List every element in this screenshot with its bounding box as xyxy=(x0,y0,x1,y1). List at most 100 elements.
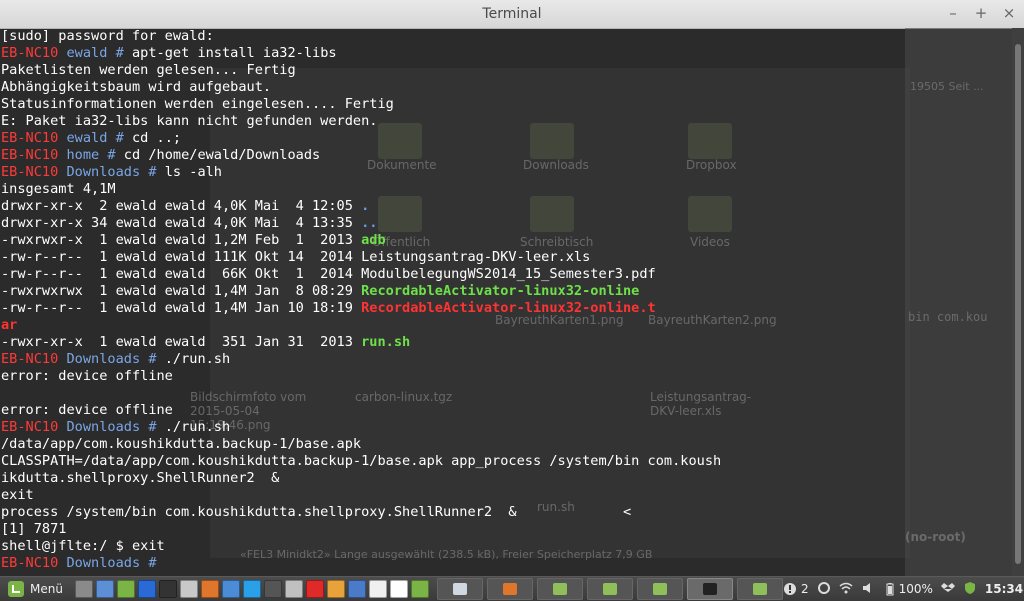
terminal-line: EB-NC10 Downloads # ls -alh xyxy=(1,164,1001,181)
document-icon[interactable] xyxy=(368,580,387,598)
terminal-line: EB-NC10 ewald # cd ..; xyxy=(1,130,1001,147)
prompt-host: EB-NC10 xyxy=(1,164,59,180)
system-tray: 2 100% 15:34 xyxy=(783,581,1024,598)
terminal-line: shell@jflte:/ $ exit xyxy=(1,538,1001,555)
terminal-line: drwxr-xr-x 2 ewald ewald 4,0K Mai 4 12:0… xyxy=(1,198,1001,215)
taskbar-window-button[interactable] xyxy=(686,578,733,600)
terminal-text: ls -alh xyxy=(164,164,222,180)
window-icon xyxy=(452,583,467,595)
prompt-host: EB-NC10 xyxy=(1,147,59,163)
menu-button[interactable]: Menü xyxy=(0,578,71,600)
menu-label: Menü xyxy=(30,582,63,596)
sound-icon[interactable] xyxy=(263,580,282,598)
terminal-line: [sudo] password for ewald: xyxy=(1,28,1001,45)
prompt-dir: Downloads # xyxy=(58,351,165,367)
terminal-text: error: device offline xyxy=(1,402,173,418)
terminal-text: adb xyxy=(361,232,386,248)
taskbar-window-button[interactable] xyxy=(436,578,483,600)
shield-icon[interactable] xyxy=(963,581,977,598)
desktop-icon[interactable] xyxy=(74,580,93,598)
terminal-text: RecordableActivator-linux32-online xyxy=(361,283,640,299)
folder-icon xyxy=(602,583,617,595)
terminal-line: [1] 7871 xyxy=(1,521,1001,538)
prompt-dir: Downloads # xyxy=(58,419,165,435)
terminal-text: drwxr-xr-x 34 ewald ewald 4,0K Mai 4 13:… xyxy=(1,215,362,231)
terminal-icon xyxy=(702,583,717,595)
text-editor-icon[interactable] xyxy=(347,580,366,598)
folder-icon xyxy=(652,583,667,595)
folder-icon xyxy=(752,583,767,595)
terminal-output[interactable]: [sudo] password for ewald: EB-NC10 ewald … xyxy=(1,28,1001,576)
taskbar-window-button[interactable] xyxy=(486,578,533,600)
terminal-text: -rw-r--r-- 1 ewald ewald 111K Okt 14 201… xyxy=(1,249,591,265)
terminal-text: . xyxy=(361,198,370,214)
terminal-text: -rw-r--r-- 1 ewald ewald 1,4M Jan 10 18:… xyxy=(1,300,362,316)
opera-icon[interactable] xyxy=(305,580,324,598)
terminal-scrollbar[interactable] xyxy=(1012,28,1024,576)
taskbar-window-button[interactable] xyxy=(586,578,633,600)
terminal-line: Paketlisten werden gelesen... Fertig xyxy=(1,62,1001,79)
battery-indicator[interactable]: 100% xyxy=(883,582,933,596)
maximize-button[interactable]: + xyxy=(974,4,988,22)
bluetooth-icon[interactable] xyxy=(137,580,156,598)
terminal-text: insgesamt 4,1M xyxy=(1,181,116,197)
taskbar-window-button[interactable] xyxy=(536,578,583,600)
terminal-text: Statusinformationen werden eingelesen...… xyxy=(1,96,394,112)
terminal-text: [sudo] password for ewald: xyxy=(1,28,214,44)
minimize-button[interactable]: – xyxy=(946,4,960,22)
prompt-host: EB-NC10 xyxy=(1,351,59,367)
terminal-text: -rwxrwxrwx 1 ewald ewald 1,4M Jan 8 08:2… xyxy=(1,283,362,299)
terminal-line: ar xyxy=(1,317,1001,334)
terminal-text: cd /home/ewald/Downloads xyxy=(123,147,321,163)
taskbar-window-button[interactable] xyxy=(636,578,683,600)
terminal-line: -rwxrwxrwx 1 ewald ewald 1,4M Jan 8 08:2… xyxy=(1,283,1001,300)
green-app-icon[interactable] xyxy=(116,580,135,598)
terminal-line: -rw-r--r-- 1 ewald ewald 111K Okt 14 201… xyxy=(1,249,1001,266)
window-list xyxy=(436,578,783,600)
taskbar: Menü 2 100% 15:34 xyxy=(0,576,1024,601)
settings-icon[interactable] xyxy=(817,581,831,598)
terminal-icon[interactable] xyxy=(158,580,177,598)
close-button[interactable]: × xyxy=(1002,4,1016,22)
terminal-line: EB-NC10 home # cd /home/ewald/Downloads xyxy=(1,147,1001,164)
terminal-line: /data/app/com.koushikdutta.backup-1/base… xyxy=(1,436,1001,453)
files-icon[interactable] xyxy=(95,580,114,598)
terminal-line: Abhängigkeitsbaum wird aufgebaut. xyxy=(1,79,1001,96)
clock[interactable]: 15:34 xyxy=(985,582,1023,596)
mint-icon[interactable] xyxy=(410,580,429,598)
terminal-line: error: device offline xyxy=(1,402,1001,419)
scrollbar-thumb[interactable] xyxy=(1015,44,1021,564)
terminal-text: Abhängigkeitsbaum wird aufgebaut. xyxy=(1,79,272,95)
notifications-icon[interactable]: 2 xyxy=(783,582,809,596)
skype-icon[interactable] xyxy=(242,580,261,598)
terminal-line: drwxr-xr-x 34 ewald ewald 4,0K Mai 4 13:… xyxy=(1,215,1001,232)
terminal-text: .. xyxy=(361,215,378,231)
title-bar[interactable]: Terminal – + × xyxy=(0,0,1024,29)
firefox-icon[interactable] xyxy=(200,580,219,598)
wifi-icon[interactable] xyxy=(839,581,853,598)
dropbox-icon[interactable] xyxy=(221,580,240,598)
terminal-text: E: Paket ia32-libs kann nicht gefunden w… xyxy=(1,113,378,129)
volume-icon[interactable] xyxy=(861,581,875,598)
prompt-dir: Downloads # xyxy=(58,555,165,571)
terminal-text: [1] 7871 xyxy=(1,521,67,537)
terminal-text: ./run.sh xyxy=(164,351,231,367)
terminal-line: Statusinformationen werden eingelesen...… xyxy=(1,96,1001,113)
calculator-icon[interactable] xyxy=(284,580,303,598)
dropbox-icon[interactable] xyxy=(940,581,955,598)
archive-icon[interactable] xyxy=(326,580,345,598)
terminal-line: E: Paket ia32-libs kann nicht gefunden w… xyxy=(1,113,1001,130)
terminal-line: -rwxr-xr-x 1 ewald ewald 351 Jan 31 2013… xyxy=(1,334,1001,351)
screenshot-icon[interactable] xyxy=(179,580,198,598)
terminal-text: Paketlisten werden gelesen... Fertig xyxy=(1,62,296,78)
mint-menu-icon xyxy=(8,581,24,597)
terminal-line: exit xyxy=(1,487,1001,504)
terminal-text: ar xyxy=(1,317,18,333)
window-controls: – + × xyxy=(946,4,1016,22)
terminal-text: -rwxrwxr-x 1 ewald ewald 1,2M Feb 1 2013 xyxy=(1,232,362,248)
taskbar-window-button[interactable] xyxy=(736,578,783,600)
terminal-text: exit xyxy=(1,487,34,503)
font-icon[interactable] xyxy=(389,580,408,598)
terminal-line: -rw-r--r-- 1 ewald ewald 66K Okt 1 2014 … xyxy=(1,266,1001,283)
terminal-line: ikdutta.shellproxy.ShellRunner2 & xyxy=(1,470,1001,487)
